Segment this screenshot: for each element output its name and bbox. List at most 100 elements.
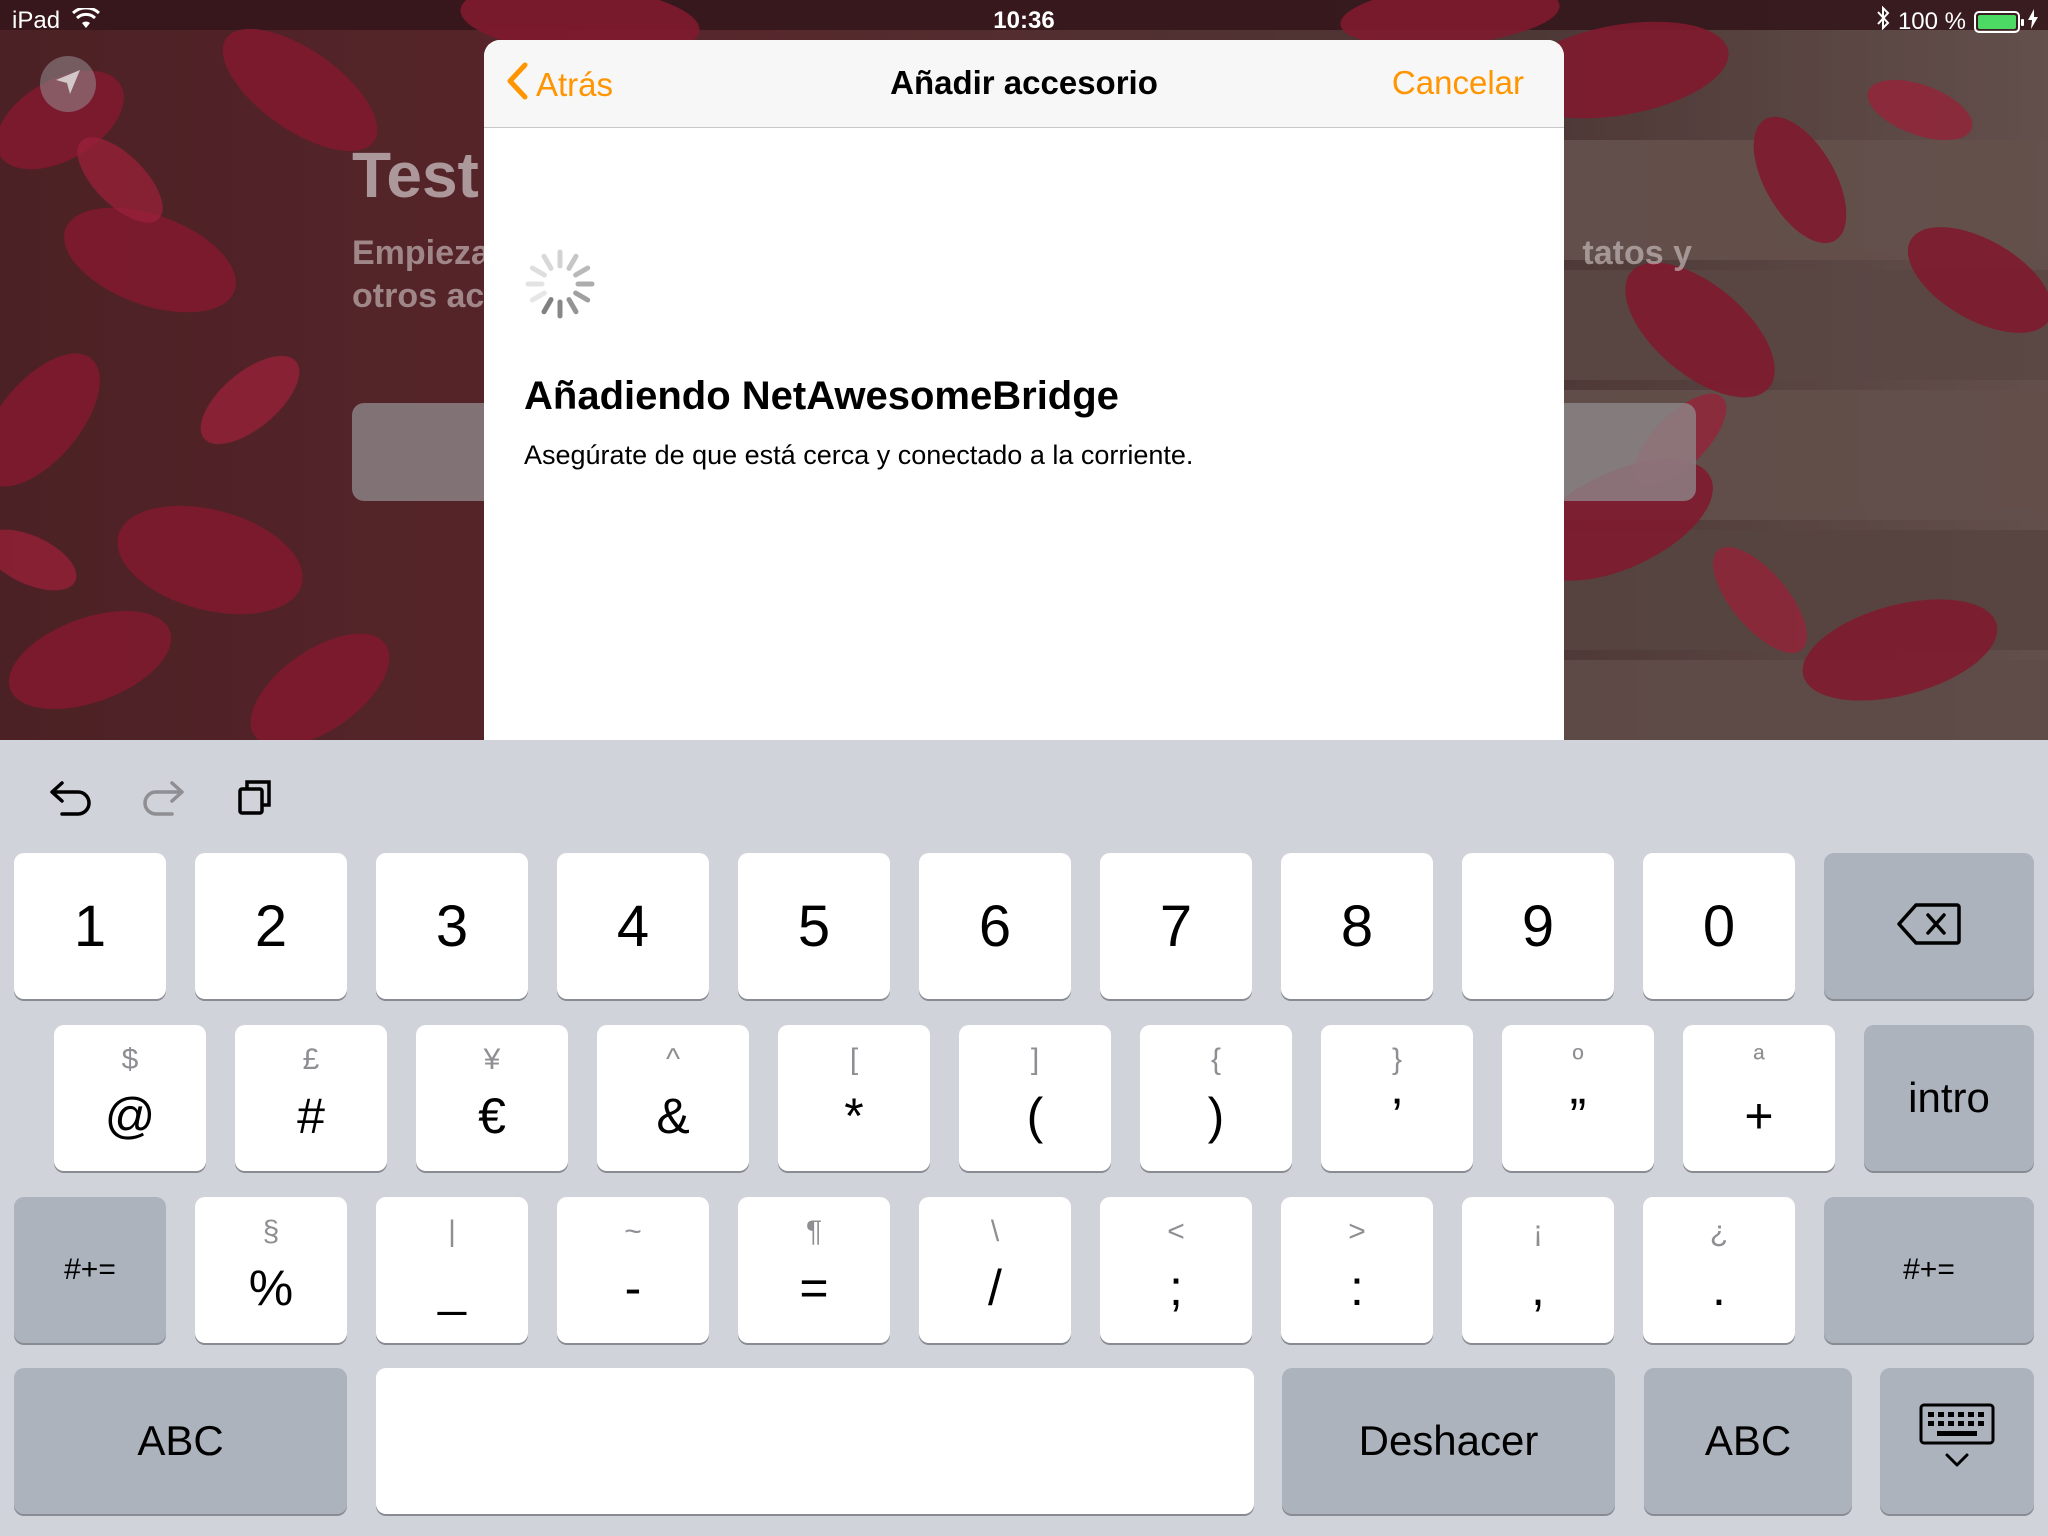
- key-alt-label: º: [1572, 1043, 1584, 1076]
- key-symbol[interactable]: \ /: [919, 1197, 1071, 1343]
- key-symbol[interactable]: ¥ €: [416, 1025, 568, 1171]
- key-symbol[interactable]: ~ -: [557, 1197, 709, 1343]
- space-key[interactable]: [376, 1368, 1254, 1514]
- charging-bolt-icon: [2028, 8, 2038, 36]
- abc-key-left[interactable]: ABC: [14, 1368, 347, 1514]
- key-label: =: [799, 1260, 829, 1316]
- key-label: (: [1026, 1088, 1044, 1144]
- key-2[interactable]: 2: [195, 853, 347, 999]
- clipboard-icon[interactable]: [228, 770, 282, 824]
- return-key-label: intro: [1908, 1074, 1990, 1121]
- key-7[interactable]: 7: [1100, 853, 1252, 999]
- key-label: @: [104, 1088, 156, 1144]
- background-desc-right-line1: tatos y: [1582, 234, 1692, 272]
- key-label: %: [248, 1260, 294, 1316]
- key-alt-label: >: [1348, 1215, 1366, 1248]
- key-symbol[interactable]: ª +: [1683, 1025, 1835, 1171]
- key-alt-label: |: [448, 1215, 456, 1248]
- key-label: 5: [797, 893, 831, 959]
- key-symbol[interactable]: º”: [1502, 1025, 1654, 1171]
- delete-key[interactable]: [1824, 853, 2034, 999]
- key-symbol[interactable]: £ #: [235, 1025, 387, 1171]
- key-9[interactable]: 9: [1462, 853, 1614, 999]
- key-symbol[interactable]: ¶ =: [738, 1197, 890, 1343]
- cancel-button[interactable]: Cancelar: [1392, 64, 1524, 102]
- more-symbols-key-right[interactable]: #+=: [1824, 1197, 2034, 1343]
- adding-accessory-title: Añadiendo NetAwesomeBridge: [524, 374, 1119, 418]
- key-alt-label: ¡: [1533, 1215, 1543, 1248]
- battery-fill: [1978, 14, 2016, 29]
- key-label: ”: [1569, 1088, 1587, 1144]
- add-accessory-sheet: Atrás Añadir accesorio Cancelar Añadiend…: [484, 40, 1564, 800]
- key-symbol[interactable]: | _: [376, 1197, 528, 1343]
- keyboard-shortcut-bar: [0, 740, 2048, 850]
- more-symbols-key-left[interactable]: #+=: [14, 1197, 166, 1343]
- dismiss-keyboard-key[interactable]: [1880, 1368, 2034, 1514]
- return-key[interactable]: intro: [1864, 1025, 2034, 1171]
- key-1[interactable]: 1: [14, 853, 166, 999]
- key-label: /: [988, 1260, 1002, 1316]
- undo-icon[interactable]: [44, 770, 98, 824]
- key-label: +: [1744, 1088, 1774, 1144]
- abc-key-right[interactable]: ABC: [1644, 1368, 1852, 1514]
- key-label: €: [478, 1088, 506, 1144]
- key-symbol[interactable]: <;: [1100, 1197, 1252, 1343]
- redo-icon[interactable]: [136, 770, 190, 824]
- key-symbol[interactable]: $ @: [54, 1025, 206, 1171]
- key-alt-label: <: [1167, 1215, 1185, 1248]
- key-alt-label: [: [849, 1043, 859, 1076]
- background-desc-left-line1: Empieza: [352, 234, 490, 272]
- key-label: .: [1712, 1260, 1726, 1316]
- key-8[interactable]: 8: [1281, 853, 1433, 999]
- status-bar: iPad 10:36 100 %: [0, 0, 2048, 40]
- undo-key[interactable]: Deshacer: [1282, 1368, 1615, 1514]
- key-alt-label: ~: [624, 1215, 642, 1248]
- key-5[interactable]: 5: [738, 853, 890, 999]
- key-alt-label: £: [302, 1043, 320, 1076]
- key-alt-label: $: [121, 1043, 139, 1076]
- adding-accessory-subtitle: Asegúrate de que está cerca y conectado …: [524, 440, 1194, 470]
- key-alt-label: §: [262, 1215, 280, 1248]
- key-symbol[interactable]: [*: [778, 1025, 930, 1171]
- key-symbol[interactable]: }’: [1321, 1025, 1473, 1171]
- key-label: 6: [978, 893, 1012, 959]
- key-alt-label: {: [1210, 1043, 1222, 1076]
- key-alt-label: ]: [1030, 1043, 1040, 1076]
- key-4[interactable]: 4: [557, 853, 709, 999]
- key-label: _: [438, 1260, 466, 1316]
- key-label: &: [656, 1088, 690, 1144]
- abc-key-label: ABC: [137, 1417, 224, 1464]
- key-alt-label: ¥: [483, 1043, 501, 1076]
- key-label: 3: [435, 893, 469, 959]
- key-label: ,: [1531, 1260, 1545, 1316]
- key-label: 8: [1340, 893, 1374, 959]
- key-symbol[interactable]: ¡,: [1462, 1197, 1614, 1343]
- status-right-group: 100 %: [1876, 5, 2038, 37]
- key-symbol[interactable]: >:: [1281, 1197, 1433, 1343]
- key-symbol[interactable]: ](: [959, 1025, 1111, 1171]
- key-label: 0: [1702, 893, 1736, 959]
- key-3[interactable]: 3: [376, 853, 528, 999]
- key-label: 7: [1159, 893, 1193, 959]
- activity-spinner-icon: [520, 244, 600, 329]
- key-symbol[interactable]: {): [1140, 1025, 1292, 1171]
- more-symbols-label: #+=: [1903, 1253, 1955, 1286]
- key-alt-label: }: [1391, 1043, 1403, 1076]
- key-label: -: [624, 1260, 642, 1316]
- abc-key-label: ABC: [1704, 1417, 1792, 1464]
- delete-icon: [1896, 902, 1962, 951]
- bluetooth-icon: [1876, 5, 1890, 37]
- key-0[interactable]: 0: [1643, 853, 1795, 999]
- key-alt-label: \: [990, 1215, 1000, 1248]
- key-symbol[interactable]: ¿.: [1643, 1197, 1795, 1343]
- key-label: ;: [1169, 1260, 1183, 1316]
- sheet-navigation-bar: Atrás Añadir accesorio Cancelar: [484, 40, 1564, 128]
- key-6[interactable]: 6: [919, 853, 1071, 999]
- background-title: Test: [352, 139, 479, 211]
- key-label: ’: [1391, 1088, 1403, 1144]
- key-symbol[interactable]: ^ &: [597, 1025, 749, 1171]
- key-label: *: [844, 1088, 864, 1144]
- key-label: 4: [616, 893, 650, 959]
- location-button[interactable]: [40, 56, 96, 112]
- key-symbol[interactable]: §%: [195, 1197, 347, 1343]
